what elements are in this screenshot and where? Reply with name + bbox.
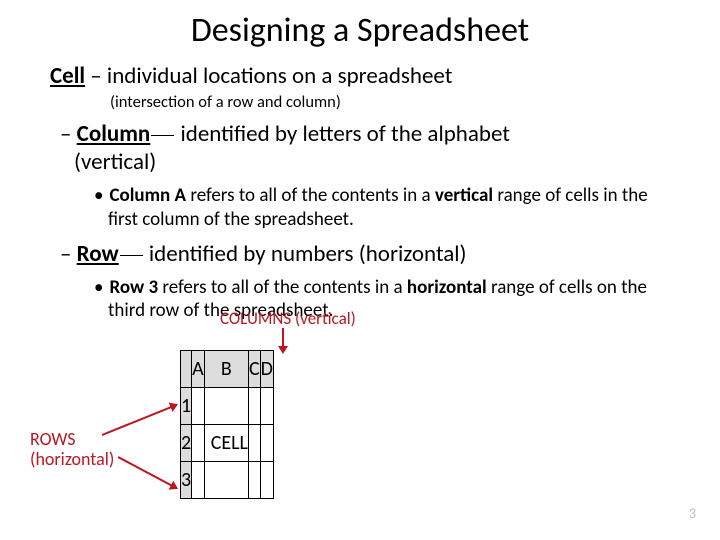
column-bullet-mid: refers to all of the contents in a [186, 184, 435, 207]
column-def-a: identified by letters of the alphabet [175, 120, 510, 148]
dash: – [60, 120, 71, 148]
row3-bold: Row 3 [109, 276, 158, 299]
col-header: B [204, 351, 248, 388]
row-definition: – Row identified by numbers (horizontal) [60, 240, 680, 268]
table-cell [260, 388, 273, 425]
grid-table: A B C D 1 2 CELL 3 [180, 350, 274, 499]
term-column: Column [77, 120, 151, 148]
dash: – [60, 240, 71, 268]
table-cell [248, 462, 260, 499]
page-number: 3 [689, 505, 696, 522]
row-bullet-mid: refers to all of the contents in a [158, 276, 407, 299]
column-definition: – Column identified by letters of the al… [60, 120, 680, 176]
cell-def-text: – individual locations on a spreadsheet [85, 62, 452, 90]
col-header: A [192, 351, 205, 388]
row-header: 1 [181, 388, 192, 425]
rows-label-b: (horizontal) [30, 448, 114, 470]
arrow-right-icon [102, 404, 177, 436]
row-bullet: •Row 3 refers to all of the contents in … [94, 276, 680, 324]
table-cell [192, 388, 205, 425]
column-bullet: •Column A refers to all of the contents … [94, 184, 680, 232]
bullet-icon: • [94, 276, 109, 299]
row-def: identified by numbers (horizontal) [144, 240, 467, 268]
table-cell [192, 425, 205, 462]
column-a-bold: Column A [109, 184, 186, 207]
arrow-right-icon [118, 456, 177, 489]
vertical-bold: vertical [435, 184, 493, 207]
term-row: Row [77, 240, 119, 268]
term-cell: Cell [50, 62, 85, 90]
emdash-icon [120, 255, 143, 256]
bullet-icon: • [94, 184, 109, 207]
col-header: C [248, 351, 260, 388]
table-cell [192, 462, 205, 499]
table-cell [248, 425, 260, 462]
cell-subtext: (intersection of a row and column) [110, 92, 680, 112]
cell-definition: Cell – individual locations on a spreads… [50, 62, 680, 90]
corner-cell [181, 351, 192, 388]
column-def-b: (vertical) [74, 148, 156, 176]
emdash-icon [151, 135, 174, 136]
table-cell [260, 425, 273, 462]
horizontal-bold: horizontal [407, 276, 487, 299]
row-header: 3 [181, 462, 192, 499]
table-cell [204, 462, 248, 499]
rows-label-a: ROWS [30, 428, 76, 450]
arrow-down-icon [282, 328, 284, 352]
row-header: 2 [181, 425, 192, 462]
table-cell [204, 388, 248, 425]
columns-label: COLUMNS (vertical) [220, 308, 356, 329]
slide-body: Cell – individual locations on a spreads… [50, 58, 680, 323]
col-header: D [260, 351, 273, 388]
cell-label: CELL [204, 425, 248, 462]
table-cell [260, 462, 273, 499]
slide-title: Designing a Spreadsheet [0, 10, 720, 51]
table-cell [248, 388, 260, 425]
